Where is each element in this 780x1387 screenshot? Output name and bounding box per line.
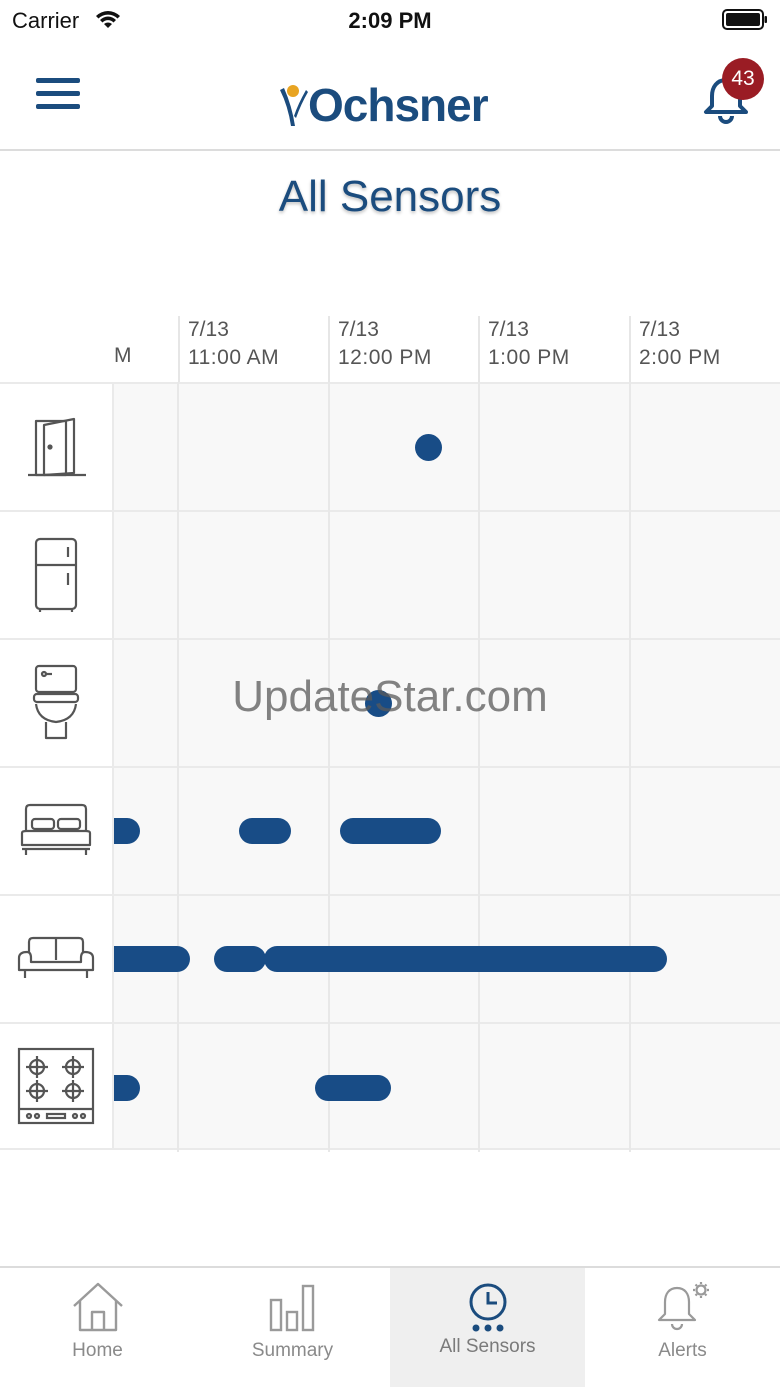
- sofa-activity-bar[interactable]: [264, 946, 667, 972]
- row-icon-cell: [0, 896, 114, 1022]
- home-icon: [72, 1282, 123, 1332]
- ochsner-logo: Ochsner: [278, 78, 489, 132]
- hour-gridline: [629, 382, 631, 1152]
- time-column-header: 7/13 1:00 PM: [478, 316, 570, 382]
- bed-icon: [20, 803, 92, 855]
- tab-alerts[interactable]: Alerts: [585, 1268, 780, 1387]
- bed-activity-bar[interactable]: [239, 818, 291, 844]
- row-track: [114, 1024, 780, 1148]
- row-icon-cell: [0, 640, 114, 766]
- clock-icon: [469, 1283, 506, 1332]
- hamburger-icon: [36, 78, 80, 83]
- sofa-activity-bar[interactable]: [214, 946, 266, 972]
- door-activity-dot[interactable]: [415, 434, 442, 461]
- row-track: [114, 384, 780, 510]
- stove-activity-bar[interactable]: [114, 1075, 140, 1101]
- logo-text: Ochsner: [308, 79, 489, 131]
- row-icon-cell: [0, 768, 114, 894]
- bed-activity-bar[interactable]: [340, 818, 441, 844]
- notification-badge: 43: [722, 58, 764, 100]
- row-icon-cell: [0, 384, 114, 510]
- sensor-row-door: [0, 382, 780, 510]
- column-date: 7/13: [488, 318, 529, 341]
- tab-summary[interactable]: Summary: [195, 1268, 390, 1387]
- page-title: All Sensors: [278, 172, 502, 221]
- bell-gear-icon: [657, 1282, 709, 1331]
- tab-label: Summary: [251, 1340, 334, 1361]
- row-track: [114, 768, 780, 894]
- column-time: 1:00 PM: [488, 346, 570, 369]
- time-column-header: 7/13 2:00 PM: [629, 316, 721, 382]
- sofa-activity-bar[interactable]: [114, 946, 190, 972]
- bed-activity-bar[interactable]: [114, 818, 140, 844]
- bar-chart-icon: [269, 1284, 314, 1332]
- sofa-icon: [17, 936, 95, 978]
- time-column-header: 7/13 12:00 PM: [328, 316, 432, 382]
- row-icon-cell: [0, 1024, 114, 1148]
- fridge-icon: [34, 537, 78, 612]
- time-column-header: 7/13 11:00 AM: [178, 316, 279, 382]
- hour-gridline: [478, 382, 480, 1152]
- hour-gridline: [177, 382, 179, 1152]
- clock-time: 2:09 PM: [348, 8, 432, 33]
- stove-activity-bar[interactable]: [315, 1075, 391, 1101]
- tab-label: Alerts: [658, 1340, 707, 1361]
- column-date: 7/13: [188, 318, 229, 341]
- hour-gridline: [328, 382, 330, 1152]
- logo-mark-icon: [280, 85, 308, 126]
- nav-bar: Ochsner 43: [0, 40, 780, 151]
- door-icon: [28, 417, 86, 477]
- column-time: 12:00 PM: [338, 346, 432, 369]
- row-icon-cell: [0, 512, 114, 638]
- battery-icon: [722, 9, 767, 30]
- column-date: 7/13: [338, 318, 379, 341]
- tab-label: Home: [72, 1340, 123, 1361]
- column-date: 7/13: [639, 318, 680, 341]
- toilet-icon: [32, 664, 80, 740]
- column-time: 2:00 PM: [639, 346, 721, 369]
- column-time: 11:00 AM: [188, 346, 280, 369]
- toilet-activity-dot[interactable]: [365, 690, 392, 717]
- tab-label: All Sensors: [439, 1336, 536, 1357]
- sensor-row-refrigerator: [0, 510, 780, 638]
- timeline-header: 7/13 11:00 AM 7/13 12:00 PM 7/13 1:00 PM…: [114, 316, 780, 382]
- tab-bar: Home Summary All Sensors Alerts: [0, 1266, 780, 1387]
- row-track: [114, 640, 780, 766]
- stove-icon: [17, 1047, 95, 1125]
- status-bar: Carrier 2:09 PM: [0, 0, 780, 40]
- menu-button[interactable]: [36, 78, 82, 114]
- tab-all-sensors[interactable]: All Sensors: [390, 1268, 585, 1387]
- row-track: [114, 512, 780, 638]
- tab-home[interactable]: Home: [0, 1268, 195, 1387]
- sensor-timeline-grid[interactable]: [0, 382, 780, 1152]
